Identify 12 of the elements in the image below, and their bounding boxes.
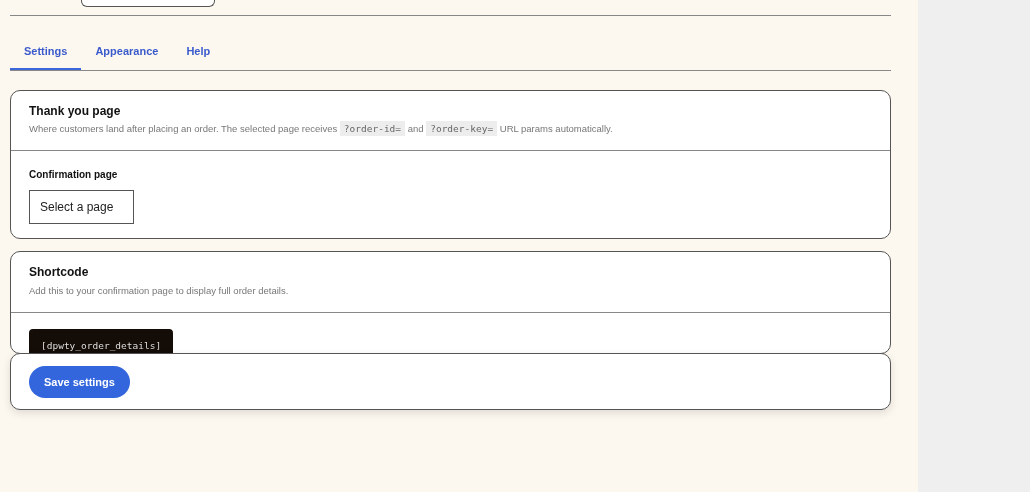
field-label: Confirmation page [29,168,119,183]
shortcode-text: [dpwty_order_details] [29,328,174,353]
page-select[interactable]: Select a page [29,190,134,225]
section-title: Thank you page [29,103,122,118]
section-title: Shortcode [29,265,90,280]
section-description: Add this to your confirmation page to display full order details. [29,283,290,298]
tab[interactable]: Settings [10,30,82,70]
tab[interactable]: Help [172,30,225,70]
section-description: Where customers land after placing an order. The selected page receives ?order-id= and ?order-key= URL params automatically. [29,121,614,137]
top-button[interactable] [81,0,215,7]
tab[interactable]: Appearance [81,30,173,70]
save-button[interactable]: Save settings [29,365,130,399]
